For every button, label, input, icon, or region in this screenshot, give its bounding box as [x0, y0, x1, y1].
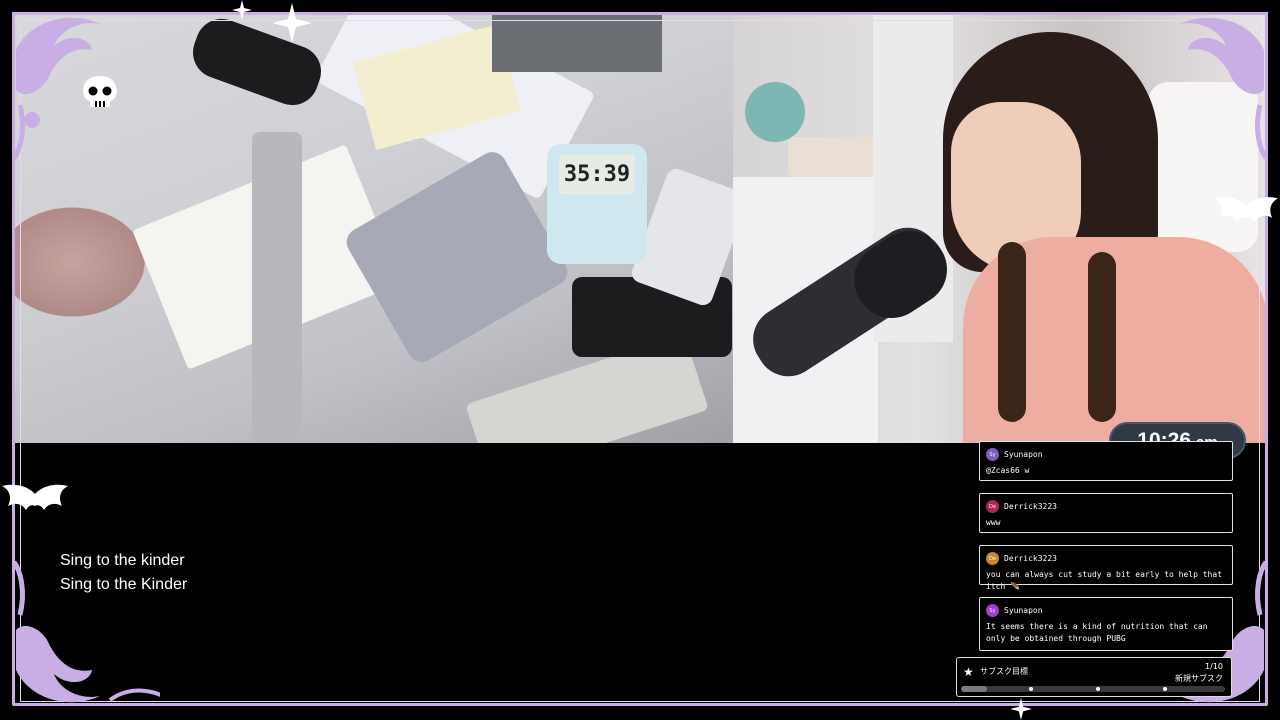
lyrics-line: Sing to the Kinder	[60, 576, 188, 593]
user-avatar: De	[986, 500, 999, 513]
bat-icon	[2, 484, 68, 510]
chat-text: @Zcas66 w	[986, 466, 1030, 475]
chat-username: Derrick3223	[1004, 554, 1057, 563]
desk-camera-feed: 35:39	[12, 12, 733, 443]
braid	[1088, 252, 1116, 422]
sub-goal-subtitle: 新規サブスク	[1175, 674, 1223, 683]
monitor-stand	[492, 12, 662, 72]
user-avatar: Sy	[986, 448, 999, 461]
user-avatar: Sy	[986, 604, 999, 617]
bat-icon	[1213, 197, 1279, 222]
sub-goal-progress-bar	[961, 686, 1225, 692]
chat-text: you can always cut study a bit early to …	[986, 570, 1223, 591]
progress-marker	[1029, 687, 1033, 691]
sub-goal-title: サブスク目標	[980, 667, 1028, 676]
progress-marker	[1163, 687, 1167, 691]
streamer-camera-feed	[733, 12, 1268, 443]
star-icon: ★	[963, 665, 974, 679]
mic-arm	[252, 132, 302, 443]
braid	[998, 242, 1026, 422]
plush-toy	[745, 82, 805, 142]
chat-text: www	[986, 518, 1001, 527]
lyrics-line: Sing to the kinder	[60, 552, 185, 569]
sparkle-icon	[232, 0, 252, 20]
chat-overlay: Sy Syunapon @Zcas66 w De Derrick3223 www…	[979, 441, 1233, 663]
chat-message: De Derrick3223 you can always cut study …	[979, 545, 1233, 591]
sub-goal-count: 1/10	[1205, 662, 1223, 671]
sub-goal-progress-fill	[961, 686, 988, 692]
skull-icon	[83, 76, 117, 107]
progress-marker	[1096, 687, 1100, 691]
chat-message: Sy Syunapon @Zcas66 w	[979, 441, 1233, 481]
chat-message: Sy Syunapon It seems there is a kind of …	[979, 597, 1233, 651]
sparkle-icon	[1010, 698, 1032, 720]
sparkle-icon	[272, 3, 312, 43]
sub-goal-widget: ★ サブスク目標 1/10 新規サブスク	[956, 657, 1232, 697]
chat-text: It seems there is a kind of nutrition th…	[986, 622, 1208, 643]
chat-username: Syunapon	[1004, 450, 1043, 459]
chat-message: De Derrick3223 www	[979, 493, 1233, 533]
desk-timer: 35:39	[547, 144, 647, 264]
chat-username: Derrick3223	[1004, 502, 1057, 511]
lyrics-display: Sing to the kinder Sing to the Kinder	[60, 549, 187, 597]
chat-username: Syunapon	[1004, 606, 1043, 615]
timer-display: 35:39	[563, 161, 631, 187]
user-avatar: De	[986, 552, 999, 565]
